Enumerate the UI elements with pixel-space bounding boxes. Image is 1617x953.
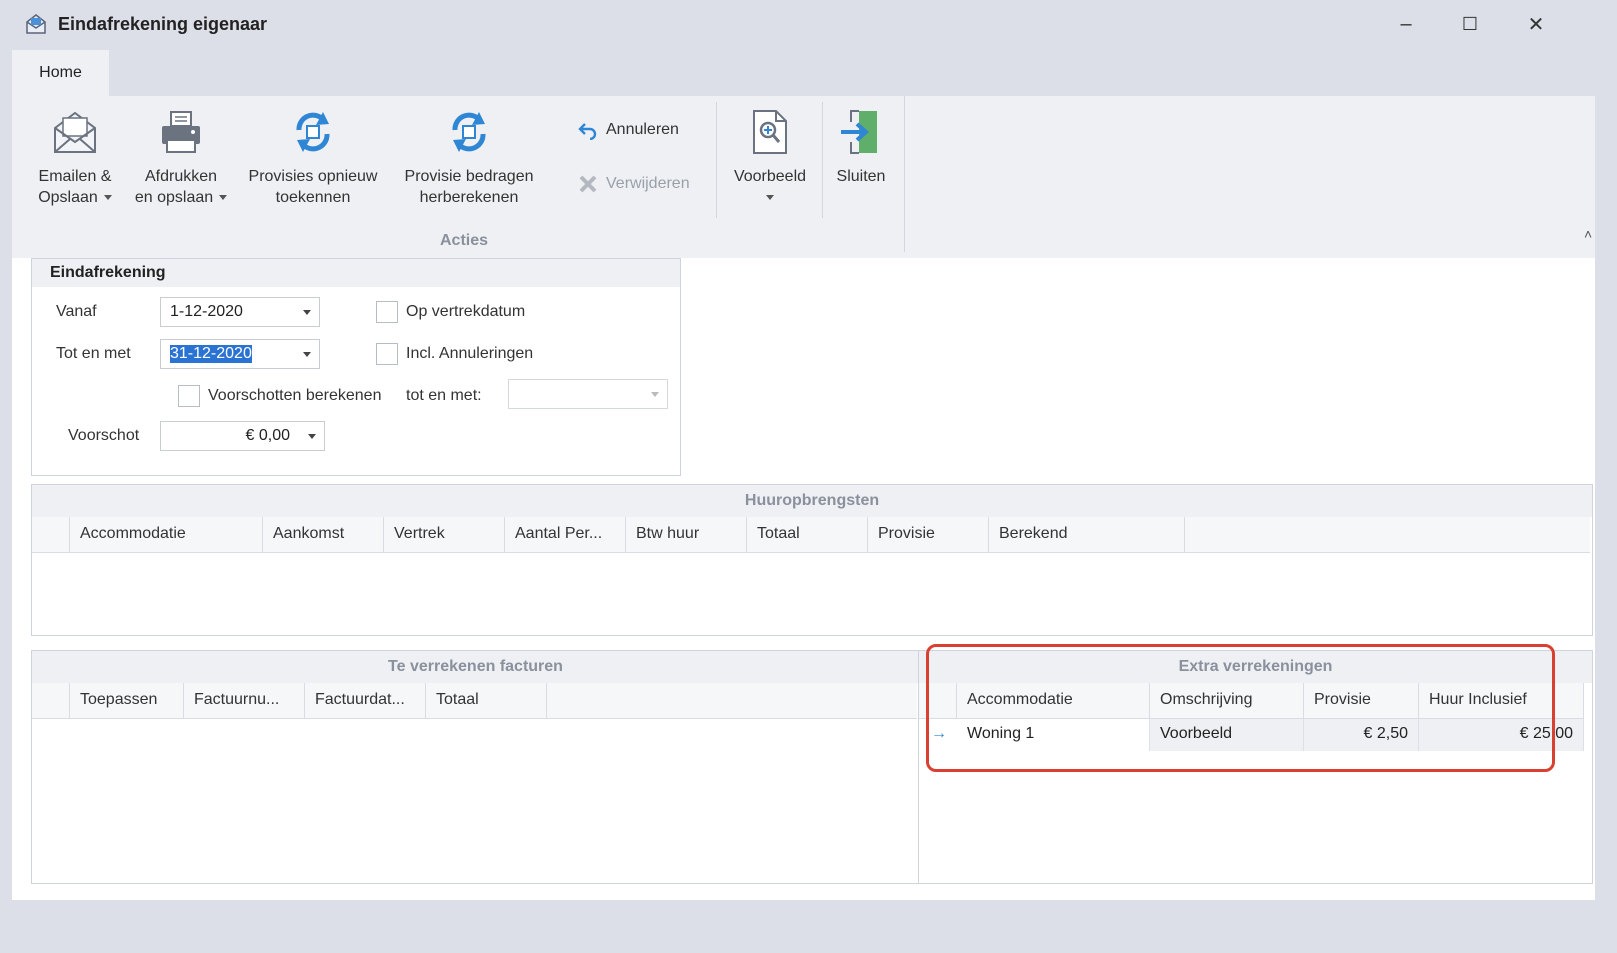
close-window-button[interactable]: ✕ bbox=[1518, 10, 1554, 38]
ribbon: Emailen & Opslaan Afdrukken en opslaan P… bbox=[12, 96, 1595, 259]
advances-checkbox[interactable] bbox=[178, 385, 200, 407]
until-dropdown[interactable] bbox=[508, 379, 668, 409]
column-header[interactable]: Aankomst bbox=[263, 517, 384, 553]
delete-label: Verwijderen bbox=[606, 175, 690, 192]
column-header[interactable]: Provisie bbox=[868, 517, 989, 553]
column-header[interactable]: Totaal bbox=[747, 517, 868, 553]
advance-amount-field[interactable]: € 0,00 bbox=[160, 421, 325, 451]
column-header[interactable]: Btw huur bbox=[626, 517, 747, 553]
column-header[interactable]: Aantal Per... bbox=[505, 517, 626, 553]
print-save-label-2: en opslaan bbox=[134, 189, 214, 206]
column-header[interactable]: Berekend bbox=[989, 517, 1185, 553]
exit-door-icon bbox=[841, 110, 877, 154]
cancellations-checkbox[interactable] bbox=[376, 343, 398, 365]
close-button[interactable]: Sluiten bbox=[830, 108, 892, 187]
cancellations-label: Incl. Annuleringen bbox=[406, 345, 534, 362]
cancel-label: Annuleren bbox=[606, 121, 679, 138]
chevron-down-icon bbox=[219, 195, 228, 201]
ribbon-separator bbox=[822, 102, 823, 218]
column-header[interactable]: Factuurnu... bbox=[184, 683, 305, 719]
departure-date-label: Op vertrekdatum bbox=[406, 303, 526, 320]
reassign-commissions-label-2: toekennen bbox=[275, 189, 351, 206]
ribbon-separator bbox=[716, 102, 717, 218]
invoices-header: Te verrekenen facturen bbox=[32, 651, 919, 683]
refresh-icon bbox=[452, 112, 486, 152]
delete-x-icon bbox=[579, 175, 597, 193]
column-header-filler bbox=[1185, 517, 1590, 553]
chevron-down-icon[interactable] bbox=[651, 392, 659, 397]
collapse-ribbon-icon[interactable]: ˄ bbox=[1584, 226, 1592, 242]
ribbon-group-label: Acties bbox=[440, 232, 489, 249]
ribbon-separator bbox=[904, 96, 905, 252]
from-date-picker[interactable]: 1-12-2020 bbox=[160, 297, 320, 327]
column-header[interactable]: Totaal bbox=[426, 683, 547, 719]
content-area: Eindafrekening Vanaf 1-12-2020 Op vertre… bbox=[12, 258, 1595, 900]
recalculate-commissions-label-1: Provisie bedragen bbox=[404, 168, 534, 185]
row-indicator-column bbox=[32, 517, 70, 553]
print-save-button[interactable]: Afdrukken en opslaan bbox=[126, 108, 236, 208]
preview-document-icon bbox=[753, 110, 787, 154]
refresh-icon bbox=[296, 112, 330, 152]
print-save-label-1: Afdrukken bbox=[144, 168, 218, 185]
maximize-button[interactable]: ☐ bbox=[1452, 10, 1488, 38]
rent-revenue-header: Huuropbrengsten bbox=[32, 485, 1592, 517]
to-label: Tot en met bbox=[56, 345, 131, 362]
column-header[interactable]: Vertrek bbox=[384, 517, 505, 553]
chevron-down-icon bbox=[103, 195, 112, 201]
advances-label: Voorschotten berekenen bbox=[208, 387, 382, 404]
column-header-filler bbox=[547, 683, 917, 719]
rent-revenue-grid: Huuropbrengsten Accommodatie Aankomst Ve… bbox=[31, 484, 1593, 636]
settlement-header: Eindafrekening bbox=[32, 259, 680, 287]
to-date-value[interactable]: 31-12-2020 bbox=[170, 345, 252, 363]
cancel-button[interactable]: Annuleren bbox=[578, 120, 679, 140]
tab-home[interactable]: Home bbox=[12, 50, 109, 96]
departure-date-checkbox[interactable] bbox=[376, 301, 398, 323]
settlement-group: Eindafrekening Vanaf 1-12-2020 Op vertre… bbox=[31, 258, 681, 476]
email-save-button[interactable]: Emailen & Opslaan bbox=[20, 108, 130, 208]
close-label: Sluiten bbox=[836, 168, 886, 185]
chevron-down-icon[interactable] bbox=[303, 310, 311, 315]
delete-button[interactable]: Verwijderen bbox=[578, 174, 690, 194]
email-save-label-1: Emailen & bbox=[38, 168, 112, 185]
preview-label: Voorbeeld bbox=[733, 168, 807, 185]
envelope-icon bbox=[54, 111, 96, 153]
chevron-down-icon[interactable] bbox=[303, 352, 311, 357]
preview-button[interactable]: Voorbeeld bbox=[726, 108, 814, 208]
invoices-grid: Te verrekenen facturen Toepassen Factuur… bbox=[31, 650, 920, 884]
column-header[interactable]: Factuurdat... bbox=[305, 683, 426, 719]
undo-icon bbox=[578, 123, 597, 140]
reassign-commissions-label-1: Provisies opnieuw bbox=[248, 168, 378, 185]
recalculate-commissions-button[interactable]: Provisie bedragen herberekenen bbox=[394, 108, 544, 208]
printer-icon bbox=[162, 111, 200, 153]
advance-amount-value: € 0,00 bbox=[245, 427, 290, 444]
envelope-app-icon bbox=[24, 12, 48, 36]
to-date-picker[interactable]: 31-12-2020 bbox=[160, 339, 320, 369]
until-label: tot en met: bbox=[406, 387, 482, 404]
advance-label: Voorschot bbox=[68, 427, 140, 444]
highlight-annotation bbox=[926, 644, 1555, 772]
recalculate-commissions-label-2: herberekenen bbox=[419, 189, 519, 206]
column-header[interactable]: Toepassen bbox=[70, 683, 184, 719]
minimize-button[interactable]: – bbox=[1388, 10, 1424, 38]
window-title: Eindafrekening eigenaar bbox=[58, 14, 268, 34]
reassign-commissions-button[interactable]: Provisies opnieuw toekennen bbox=[238, 108, 388, 208]
from-date-value: 1-12-2020 bbox=[170, 303, 243, 320]
chevron-down-icon[interactable] bbox=[308, 434, 316, 439]
column-header[interactable]: Accommodatie bbox=[70, 517, 263, 553]
row-indicator-column bbox=[32, 683, 70, 719]
email-save-label-2: Opslaan bbox=[38, 189, 98, 206]
chevron-down-icon bbox=[766, 195, 774, 201]
from-label: Vanaf bbox=[56, 303, 97, 320]
